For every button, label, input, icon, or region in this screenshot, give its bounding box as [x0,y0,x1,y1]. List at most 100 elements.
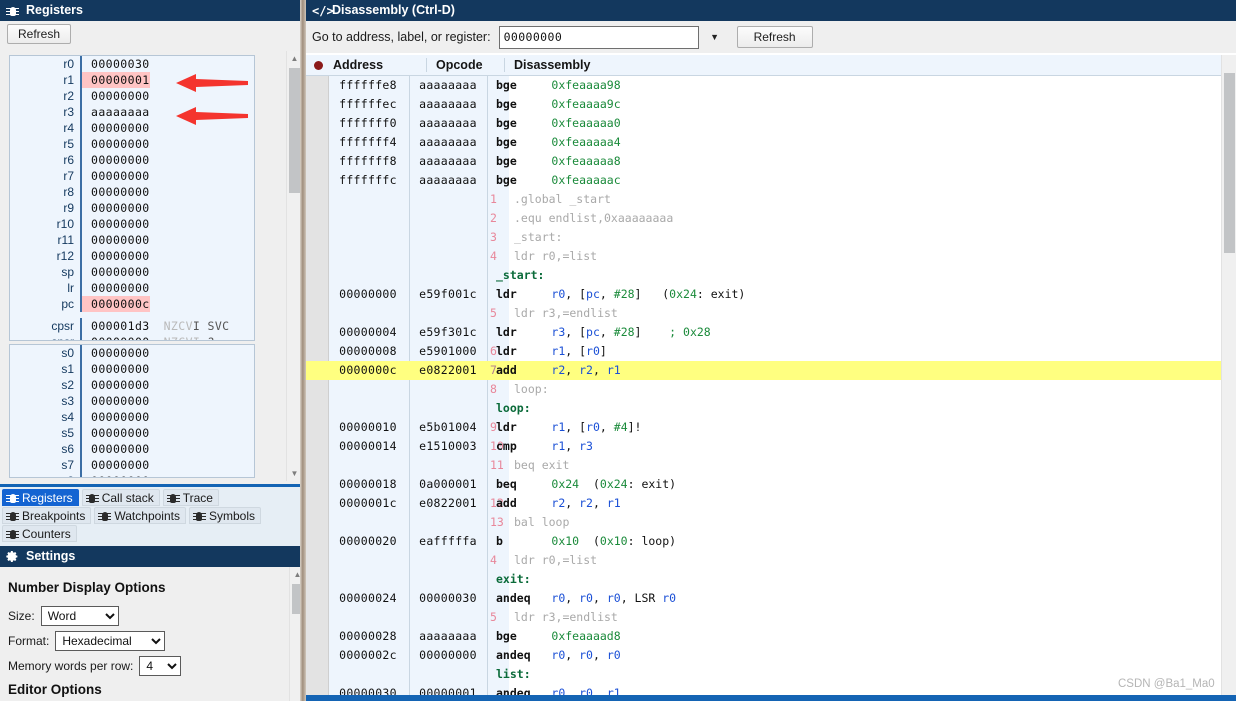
disassembly-row[interactable]: 00000024 00000030 andeq r0, r0, r0, LSR r0 [306,589,1236,608]
register-row[interactable]: s1 00000000 [10,361,254,377]
register-row[interactable]: sp 00000000 [10,264,254,280]
register-row[interactable]: r2 00000000 [10,88,254,104]
tab-symbols[interactable]: Symbols [188,507,261,524]
register-value[interactable]: 00000000 [82,280,150,296]
disassembly-row[interactable]: 00000010 e5b01004 9 ldr r1, [r0, #4]! [306,418,1236,437]
register-value[interactable]: 00000000 [82,361,150,377]
register-row[interactable]: pc 0000000c [10,296,254,312]
disassembly-row[interactable]: 00000028 aaaaaaaa bge 0xfeaaaad8 [306,627,1236,646]
tab-call-stack[interactable]: Call stack [81,489,160,506]
chevron-down-icon[interactable]: ▼ [707,29,723,45]
source-line-row[interactable]: 4 ldr r0,=list [306,247,1236,266]
disassembly-listing[interactable]: ffffffe8 aaaaaaaa bge 0xfeaaaa98 ffffffec aa… [306,76,1236,695]
goto-address-input[interactable] [498,25,699,49]
register-value[interactable]: 00000000 [82,457,150,473]
disassembly-scrollbar[interactable] [1221,55,1236,695]
register-row[interactable]: r5 00000000 [10,136,254,152]
register-row[interactable]: s3 00000000 [10,393,254,409]
source-line-row[interactable]: 5 ldr r3,=endlist [306,304,1236,323]
fp-registers-list[interactable]: s0 00000000 s1 00000000 s2 00000000 s3 00000000… [9,344,255,478]
register-value[interactable]: 00000000 [82,184,150,200]
tab-trace[interactable]: Trace [162,489,219,506]
disassembly-row[interactable]: 00000000 e59f001c ldr r0, [pc, #28] (0x24:… [306,285,1236,304]
tab-counters[interactable]: Counters [2,525,77,542]
disassembly-row[interactable]: fffffffc aaaaaaaa bge 0xfeaaaaac [306,171,1236,190]
register-row[interactable]: lr 00000000 [10,280,254,296]
register-value[interactable]: 00000000 [82,334,150,340]
register-row[interactable]: s4 00000000 [10,409,254,425]
register-value[interactable]: 00000000 [82,88,150,104]
register-value[interactable]: 00000001 [82,72,150,88]
disassembly-row[interactable]: 0000000c e0822001 7 add r2, r2, r1 [306,361,1236,380]
registers-refresh-button[interactable]: Refresh [7,24,72,44]
disassembly-row[interactable]: 00000030 00000001 andeq r0, r0, r1 [306,684,1236,695]
register-row[interactable]: s5 00000000 [10,425,254,441]
register-value[interactable]: 00000000 [82,248,150,264]
source-line-row[interactable]: 1 .global _start [306,190,1236,209]
size-select[interactable]: Word [40,606,119,626]
disassembly-row[interactable]: 0000002c 00000000 andeq r0, r0, r0 [306,646,1236,665]
source-line-row[interactable]: 13 bal loop [306,513,1236,532]
source-line-row[interactable]: 2 .equ endlist,0xaaaaaaaa [306,209,1236,228]
register-row[interactable]: r6 00000000 [10,152,254,168]
register-row[interactable]: s2 00000000 [10,377,254,393]
disassembly-row[interactable]: fffffff0 aaaaaaaa bge 0xfeaaaaa0 [306,114,1236,133]
register-value[interactable]: 00000000 [82,473,150,477]
disassembly-row[interactable]: fffffff8 aaaaaaaa bge 0xfeaaaaa8 [306,152,1236,171]
register-row[interactable]: r8 00000000 [10,184,254,200]
register-row[interactable]: r12 00000000 [10,248,254,264]
register-row[interactable]: s6 00000000 [10,441,254,457]
register-value[interactable]: 00000000 [82,377,150,393]
register-value[interactable]: 00000000 [82,409,150,425]
disassembly-row[interactable]: 00000020 eafffffa b 0x10 (0x10: loop) [306,532,1236,551]
source-line-row[interactable]: 8 loop: [306,380,1236,399]
tab-registers[interactable]: Registers [2,489,79,506]
register-row[interactable]: s800000000 [10,473,254,477]
register-value[interactable]: 00000000 [82,152,150,168]
register-row[interactable]: r3 aaaaaaaa [10,104,254,120]
register-row[interactable]: r4 00000000 [10,120,254,136]
register-value[interactable]: 00000000 [82,168,150,184]
register-value[interactable]: 000001d3 [82,318,150,334]
register-value[interactable]: 0000000c [82,296,150,312]
register-value[interactable]: 00000000 [82,441,150,457]
breakpoint-dot-icon[interactable] [314,60,323,70]
register-row[interactable]: s7 00000000 [10,457,254,473]
words-per-row-select[interactable]: 4 [139,656,182,676]
source-line-row[interactable]: 3 _start: [306,228,1236,247]
register-value[interactable]: 00000000 [82,393,150,409]
disassembly-scroll-thumb[interactable] [1224,73,1235,253]
register-row[interactable]: r10 00000000 [10,216,254,232]
tab-watchpoints[interactable]: Watchpoints [94,507,186,524]
register-row[interactable]: r11 00000000 [10,232,254,248]
register-row[interactable]: s0 00000000 [10,345,254,361]
register-row[interactable]: cpsr 000001d3 NZCVI SVC [10,318,254,334]
register-value[interactable]: aaaaaaaa [82,104,150,120]
disassembly-row[interactable]: 0000001c e0822001 12 add r2, r2, r1 [306,494,1236,513]
disassembly-row[interactable]: 00000008 e5901000 6 ldr r1, [r0] [306,342,1236,361]
disassembly-row[interactable]: 00000014 e1510003 10 cmp r1, r3 [306,437,1236,456]
register-value[interactable]: 00000000 [82,264,150,280]
core-registers-list[interactable]: r0 00000030 r1 00000001 r2 00000000 r3 aaaaaaaa… [9,55,255,341]
format-select[interactable]: Hexadecimal [55,631,166,651]
disassembly-row[interactable]: 00000018 0a000001 beq 0x24 (0x24: exit) [306,475,1236,494]
register-value[interactable]: 00000000 [82,200,150,216]
register-row[interactable]: r9 00000000 [10,200,254,216]
disassembly-row[interactable]: 00000004 e59f301c ldr r3, [pc, #28] ; 0x28 [306,323,1236,342]
tab-breakpoints[interactable]: Breakpoints [2,507,92,524]
disassembly-row[interactable]: fffffff4 aaaaaaaa bge 0xfeaaaaa4 [306,133,1236,152]
register-row[interactable]: r7 00000000 [10,168,254,184]
register-row[interactable]: r1 00000001 [10,72,254,88]
source-line-row[interactable]: 5 ldr r3,=endlist [306,608,1236,627]
source-line-row[interactable]: 11 beq exit [306,456,1236,475]
disassembly-row[interactable]: ffffffe8 aaaaaaaa bge 0xfeaaaa98 [306,76,1236,95]
source-line-row[interactable]: 4 ldr r0,=list [306,551,1236,570]
register-row[interactable]: r0 00000030 [10,56,254,72]
register-value[interactable]: 00000000 [82,425,150,441]
disassembly-row[interactable]: ffffffec aaaaaaaa bge 0xfeaaaa9c [306,95,1236,114]
register-value[interactable]: 00000000 [82,136,150,152]
registers-scroll-thumb[interactable] [289,68,300,193]
register-value[interactable]: 00000000 [82,345,150,361]
register-value[interactable]: 00000000 [82,120,150,136]
register-row[interactable]: spsr00000000NZCVI ? [10,334,254,340]
